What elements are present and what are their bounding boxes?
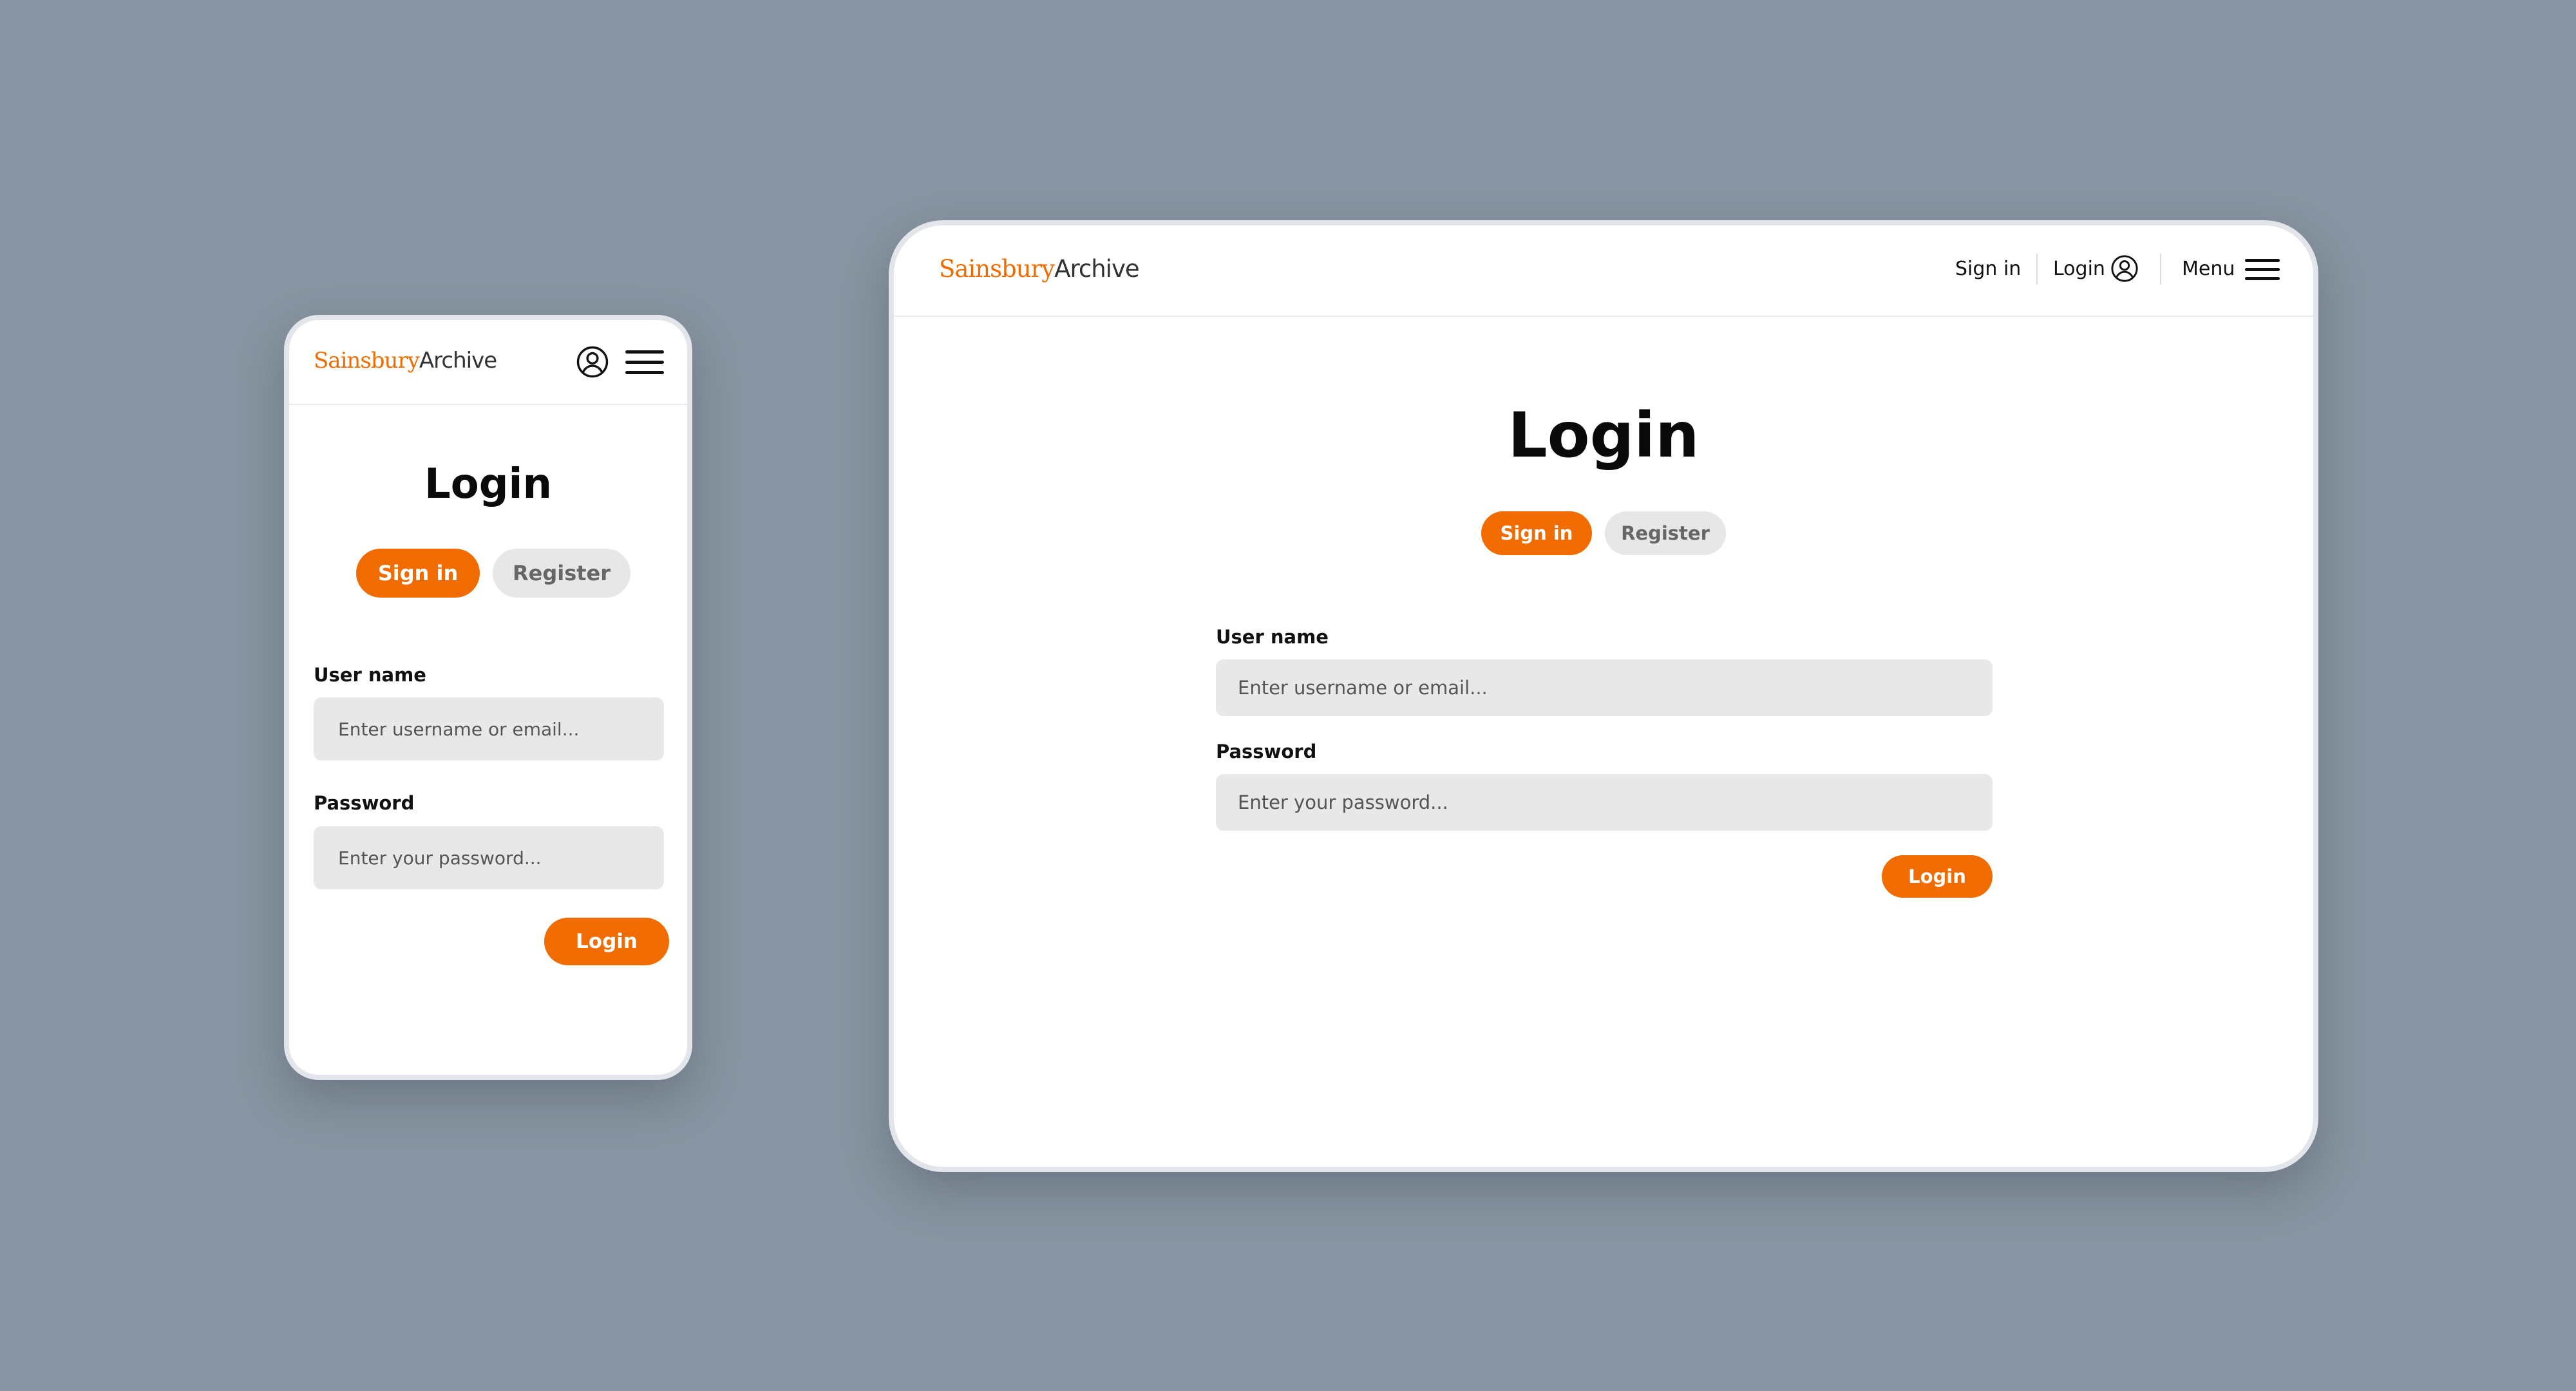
site-header: SainsburyArchive Sign in Login Menu: [894, 225, 2313, 317]
password-input[interactable]: [1216, 774, 1993, 831]
logo-archive-text: Archive: [419, 348, 497, 374]
site-logo[interactable]: SainsburyArchive: [939, 255, 1140, 283]
user-circle-icon[interactable]: [2110, 254, 2139, 283]
tab-sign-in[interactable]: Sign in: [1481, 511, 1592, 555]
hamburger-icon[interactable]: [625, 350, 664, 375]
site-logo[interactable]: SainsburyArchive: [314, 348, 497, 374]
login-button[interactable]: Login: [544, 918, 669, 965]
nav-login-link[interactable]: Login: [2053, 258, 2105, 280]
tab-register[interactable]: Register: [1605, 511, 1726, 555]
nav-divider: [2036, 254, 2038, 285]
user-circle-icon[interactable]: [575, 345, 610, 379]
mobile-device-frame: SainsburyArchive Login Sign in Register …: [284, 315, 692, 1080]
username-input[interactable]: [1216, 659, 1993, 716]
tablet-device-frame: SainsburyArchive Sign in Login Menu Logi…: [889, 220, 2318, 1172]
nav-divider: [2160, 254, 2161, 285]
logo-archive-text: Archive: [1054, 255, 1139, 283]
tab-register[interactable]: Register: [493, 549, 630, 598]
password-input[interactable]: [314, 826, 664, 889]
username-label: User name: [314, 664, 426, 686]
password-label: Password: [1216, 741, 1317, 762]
login-button[interactable]: Login: [1882, 855, 1993, 898]
password-label: Password: [314, 792, 415, 814]
username-input[interactable]: [314, 697, 664, 761]
tab-sign-in[interactable]: Sign in: [356, 549, 480, 598]
username-label: User name: [1216, 626, 1329, 648]
page-title: Login: [424, 460, 553, 508]
page-title: Login: [1508, 399, 1700, 471]
logo-brand-text: Sainsbury: [314, 348, 420, 374]
nav-sign-in-link[interactable]: Sign in: [1955, 258, 2021, 280]
site-header: SainsburyArchive: [289, 320, 687, 405]
nav-menu-link[interactable]: Menu: [2182, 258, 2235, 280]
logo-brand-text: Sainsbury: [939, 255, 1055, 283]
hamburger-icon[interactable]: [2245, 259, 2280, 281]
